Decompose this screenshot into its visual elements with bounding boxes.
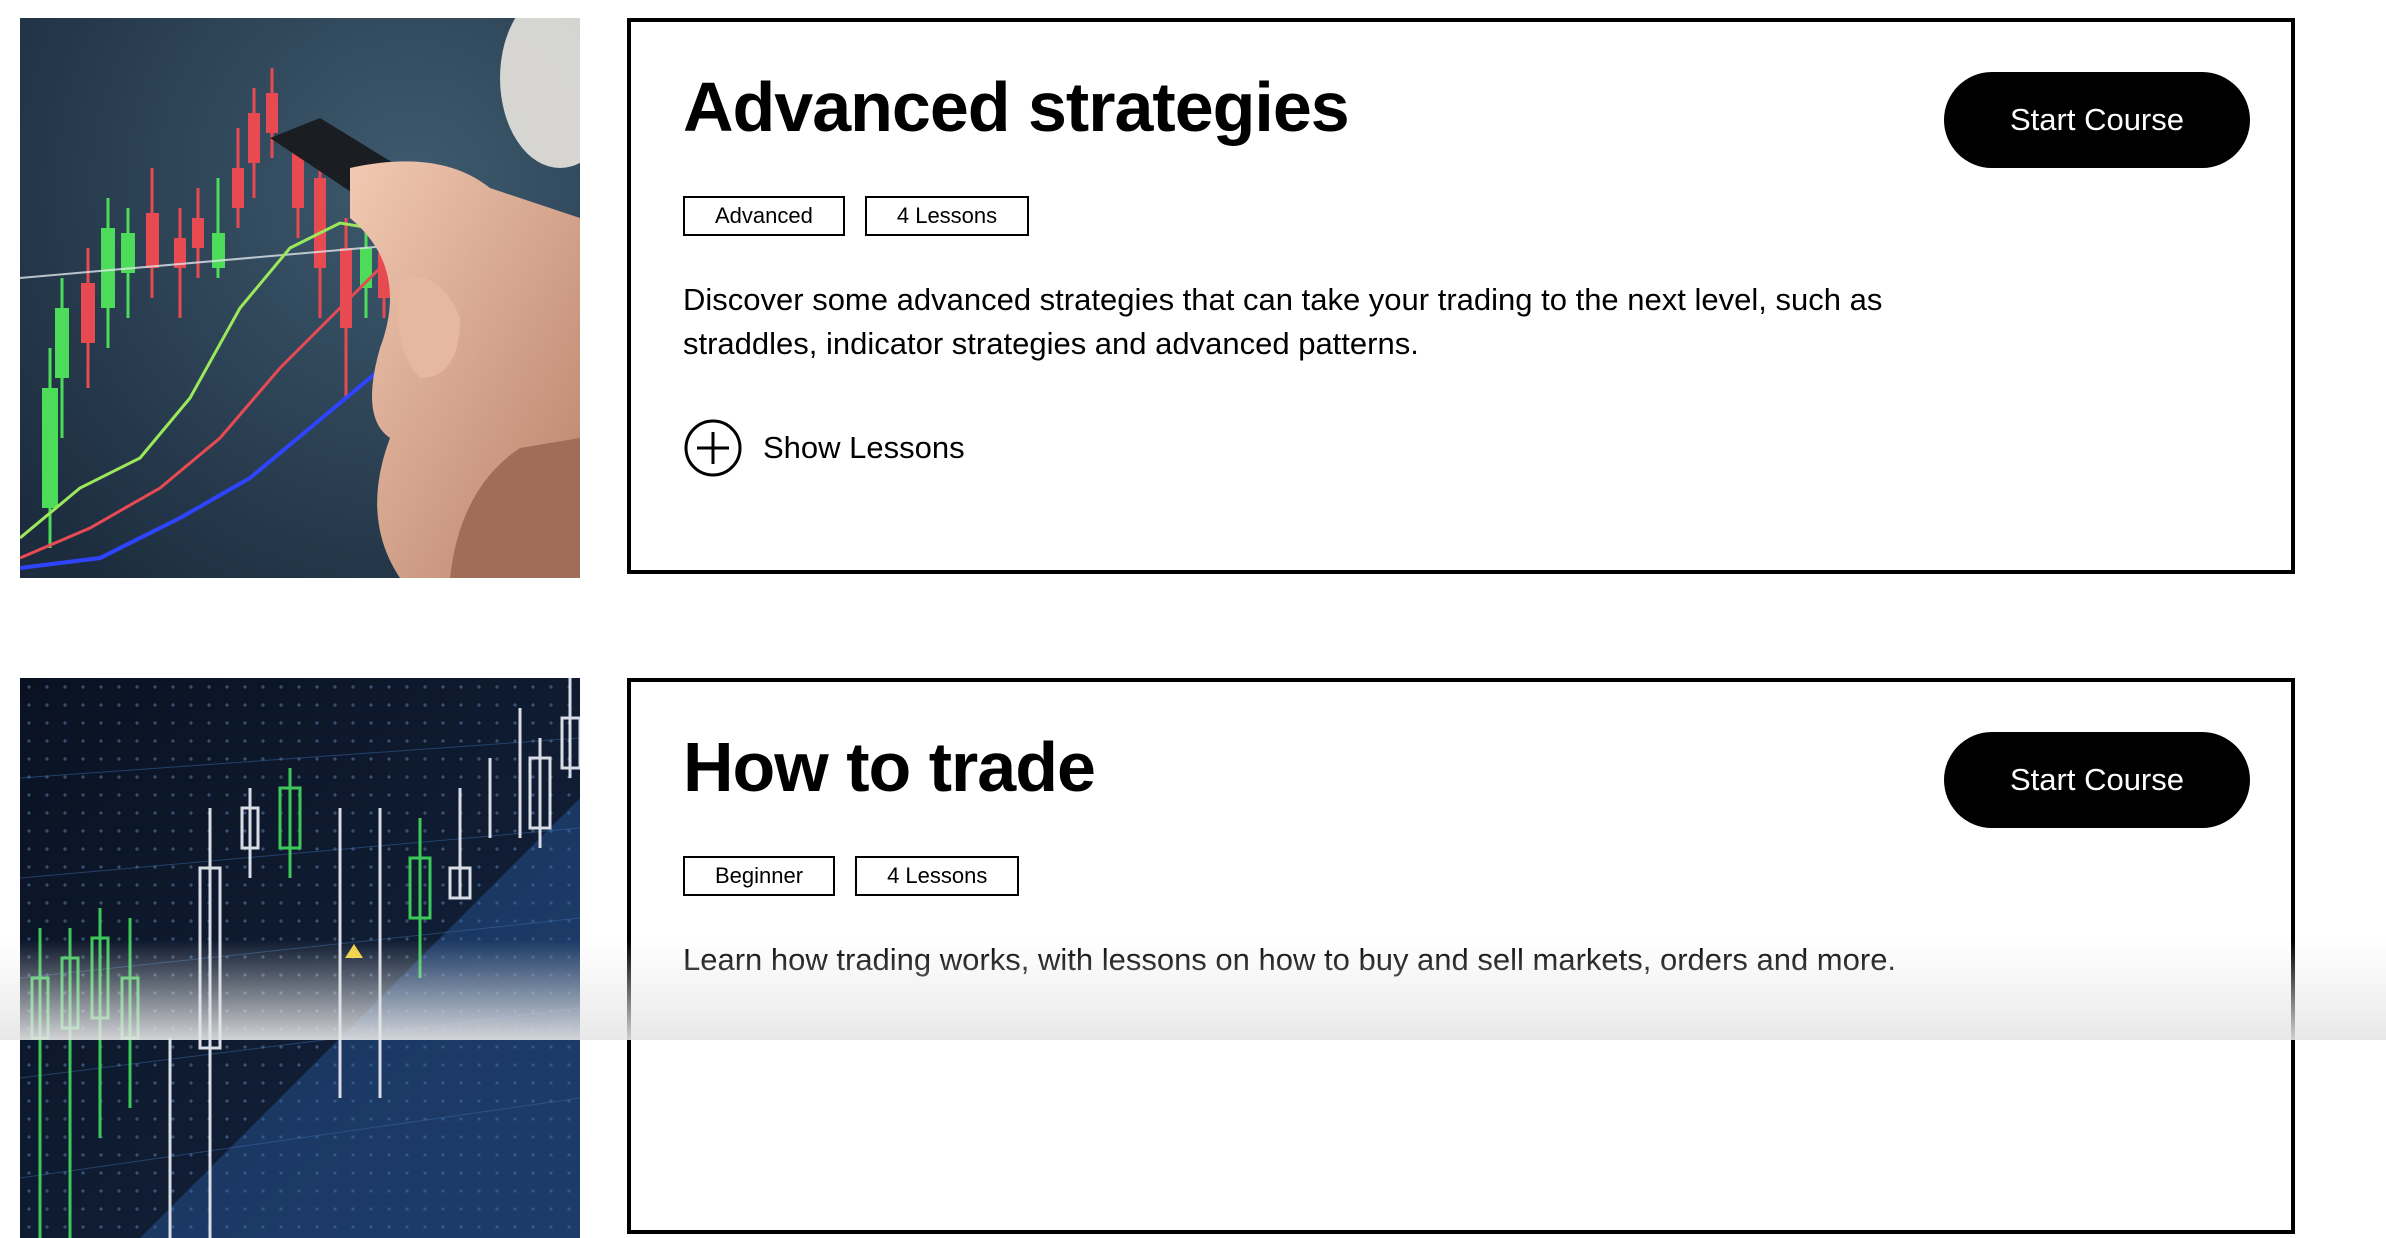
level-badge: Advanced <box>683 196 845 236</box>
course-thumbnail[interactable] <box>20 18 580 578</box>
course-thumbnail[interactable] <box>20 678 580 1238</box>
lessons-count-badge: 4 Lessons <box>855 856 1020 896</box>
trading-chart-photo-icon <box>20 678 580 1238</box>
course-description: Learn how trading works, with lessons on… <box>683 942 1897 977</box>
start-course-button[interactable]: Start Course <box>1944 732 2250 828</box>
plus-circle-icon[interactable] <box>683 418 743 478</box>
lessons-count-badge: 4 Lessons <box>864 196 1030 236</box>
show-lessons-label[interactable]: Show Lessons <box>763 430 965 466</box>
course-card: How to trade Beginner 4 Lessons Learn ho… <box>627 678 2295 1234</box>
start-course-button[interactable]: Start Course <box>1944 72 2250 168</box>
level-badge: Beginner <box>683 856 836 896</box>
candlestick-chart-photo-icon <box>20 18 580 578</box>
course-tags: Beginner 4 Lessons <box>683 856 1020 896</box>
course-title: Advanced strategies <box>683 68 1350 146</box>
course-title: How to trade <box>683 728 1096 806</box>
course-tags: Advanced 4 Lessons <box>683 196 1030 236</box>
course-card: Advanced strategies Advanced 4 Lessons D… <box>627 18 2295 574</box>
course-description: Discover some advanced strategies that c… <box>683 282 1883 361</box>
show-lessons-toggle[interactable]: Show Lessons <box>683 418 965 478</box>
